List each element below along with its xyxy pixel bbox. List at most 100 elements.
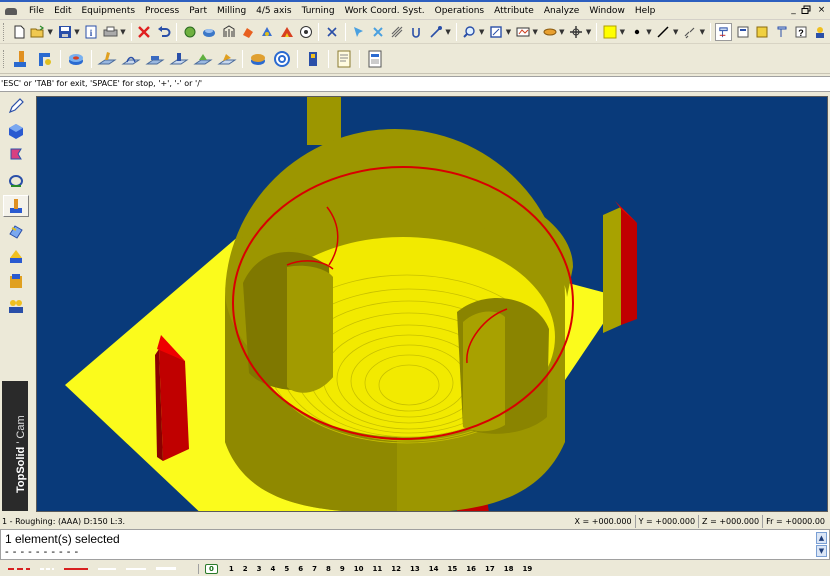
mill-finish-button[interactable] [216, 47, 238, 71]
mill-contour-button[interactable] [120, 47, 142, 71]
toolbar-grip[interactable] [3, 49, 6, 68]
mill-surface-button[interactable] [144, 47, 166, 71]
menu-equipments[interactable]: Equipments [77, 2, 141, 20]
menu-operations[interactable]: Operations [430, 2, 489, 20]
menu-milling[interactable]: Milling [212, 2, 251, 20]
layer-18[interactable]: 18 [504, 565, 514, 573]
delete-button[interactable] [136, 23, 153, 41]
palette-tool-button[interactable] [3, 220, 29, 242]
layer-19[interactable]: 19 [523, 565, 533, 573]
workplane-dropdown-arrow[interactable]: ▼ [586, 28, 591, 36]
render-button[interactable] [259, 23, 276, 41]
mill-drill-button[interactable] [168, 47, 190, 71]
cam-people-button[interactable] [812, 23, 829, 41]
palette-flag-button[interactable] [3, 145, 29, 167]
line-style-thin-white[interactable] [126, 567, 146, 570]
color-button[interactable] [601, 23, 618, 41]
turning-button[interactable] [10, 47, 32, 71]
line-style-thick-white[interactable] [156, 567, 176, 570]
cross-select-button[interactable] [369, 23, 386, 41]
app-icon[interactable] [4, 5, 18, 17]
cam-tool-button[interactable] [773, 23, 790, 41]
palette-pencil-button[interactable] [3, 95, 29, 117]
layer-5[interactable]: 5 [284, 565, 289, 573]
menu-process[interactable]: Process [140, 2, 184, 20]
view-iso-button[interactable] [181, 23, 198, 41]
line-style-dashed-white[interactable] [40, 567, 54, 570]
menu-window[interactable]: Window [584, 2, 630, 20]
layer-17[interactable]: 17 [485, 565, 495, 573]
line-type-dropdown-arrow[interactable]: ▼ [700, 28, 705, 36]
layer-7[interactable]: 7 [312, 565, 317, 573]
print-dropdown-arrow[interactable]: ▼ [120, 28, 125, 36]
palette-turning-button[interactable] [3, 195, 29, 217]
hatch-button[interactable] [388, 23, 405, 41]
menu-analyze[interactable]: Analyze [539, 2, 584, 20]
palette-cube-button[interactable] [3, 120, 29, 142]
simulate-button[interactable] [247, 47, 269, 71]
scroll-down-button[interactable]: ▼ [816, 545, 827, 557]
select-button[interactable] [350, 23, 367, 41]
menu-4-5-axis[interactable]: 4/5 axis [251, 2, 296, 20]
line-style-solid-white[interactable] [98, 567, 116, 570]
mill-face-button[interactable] [192, 47, 214, 71]
info-button[interactable]: i [83, 23, 100, 41]
tool-library-button[interactable] [302, 47, 324, 71]
fit-button[interactable] [487, 23, 504, 41]
minimize-button[interactable]: _ [787, 5, 800, 17]
layer-dropdown-arrow[interactable]: ▼ [559, 28, 564, 36]
palette-assembly-button[interactable] [3, 245, 29, 267]
save-dropdown-arrow[interactable]: ▼ [74, 28, 79, 36]
target-button[interactable] [271, 47, 293, 71]
new-button[interactable] [10, 23, 27, 41]
menu-work-coord-syst[interactable]: Work Coord. Syst. [340, 2, 430, 20]
layer-14[interactable]: 14 [429, 565, 439, 573]
rotate-button[interactable] [408, 23, 425, 41]
shade-button[interactable] [201, 23, 218, 41]
layer-2[interactable]: 2 [243, 565, 248, 573]
fit-dropdown-arrow[interactable]: ▼ [506, 28, 511, 36]
menu-edit[interactable]: Edit [49, 2, 76, 20]
display-dropdown-arrow[interactable]: ▼ [532, 28, 537, 36]
print-button[interactable] [102, 23, 119, 41]
layer-3[interactable]: 3 [257, 565, 262, 573]
layer-current[interactable]: 0 [205, 563, 218, 574]
analyze-button[interactable] [323, 23, 340, 41]
layer-12[interactable]: 12 [391, 565, 401, 573]
menu-file[interactable]: File [24, 2, 49, 20]
wireframe-button[interactable] [220, 23, 237, 41]
menu-attribute[interactable]: Attribute [489, 2, 539, 20]
undo-button[interactable] [155, 23, 172, 41]
save-button[interactable] [56, 23, 73, 41]
cam-book-button[interactable] [754, 23, 771, 41]
toolbar-grip[interactable] [3, 23, 6, 41]
layer-13[interactable]: 13 [410, 565, 420, 573]
graphics-viewport[interactable] [36, 96, 828, 512]
line-type-button[interactable] [681, 23, 698, 41]
cam-help-button[interactable]: ? [792, 23, 809, 41]
scroll-up-button[interactable]: ▲ [816, 532, 827, 544]
display-button[interactable] [514, 23, 531, 41]
zoom-button[interactable] [461, 23, 478, 41]
line-style-dashdot-red[interactable] [8, 567, 30, 570]
menu-part[interactable]: Part [184, 2, 212, 20]
line-style-solid-red[interactable] [64, 567, 88, 570]
layer-9[interactable]: 9 [340, 565, 345, 573]
mill-pocket-button[interactable] [96, 47, 118, 71]
layer-10[interactable]: 10 [354, 565, 364, 573]
layer-11[interactable]: 11 [373, 565, 383, 573]
layer-6[interactable]: 6 [298, 565, 303, 573]
layer-16[interactable]: 16 [466, 565, 476, 573]
restore-button[interactable] [801, 5, 814, 17]
workplane-button[interactable] [568, 23, 585, 41]
menu-help[interactable]: Help [630, 2, 661, 20]
stock-button[interactable] [65, 47, 87, 71]
operations-button[interactable] [34, 47, 56, 71]
cam-tree-button[interactable] [715, 23, 733, 41]
view-manager-button[interactable] [297, 23, 314, 41]
point-dropdown-arrow[interactable]: ▼ [646, 28, 651, 36]
palette-document-button[interactable] [3, 270, 29, 292]
palette-people-button[interactable] [3, 295, 29, 317]
layer-button[interactable] [541, 23, 558, 41]
palette-machine-button[interactable] [3, 170, 29, 192]
